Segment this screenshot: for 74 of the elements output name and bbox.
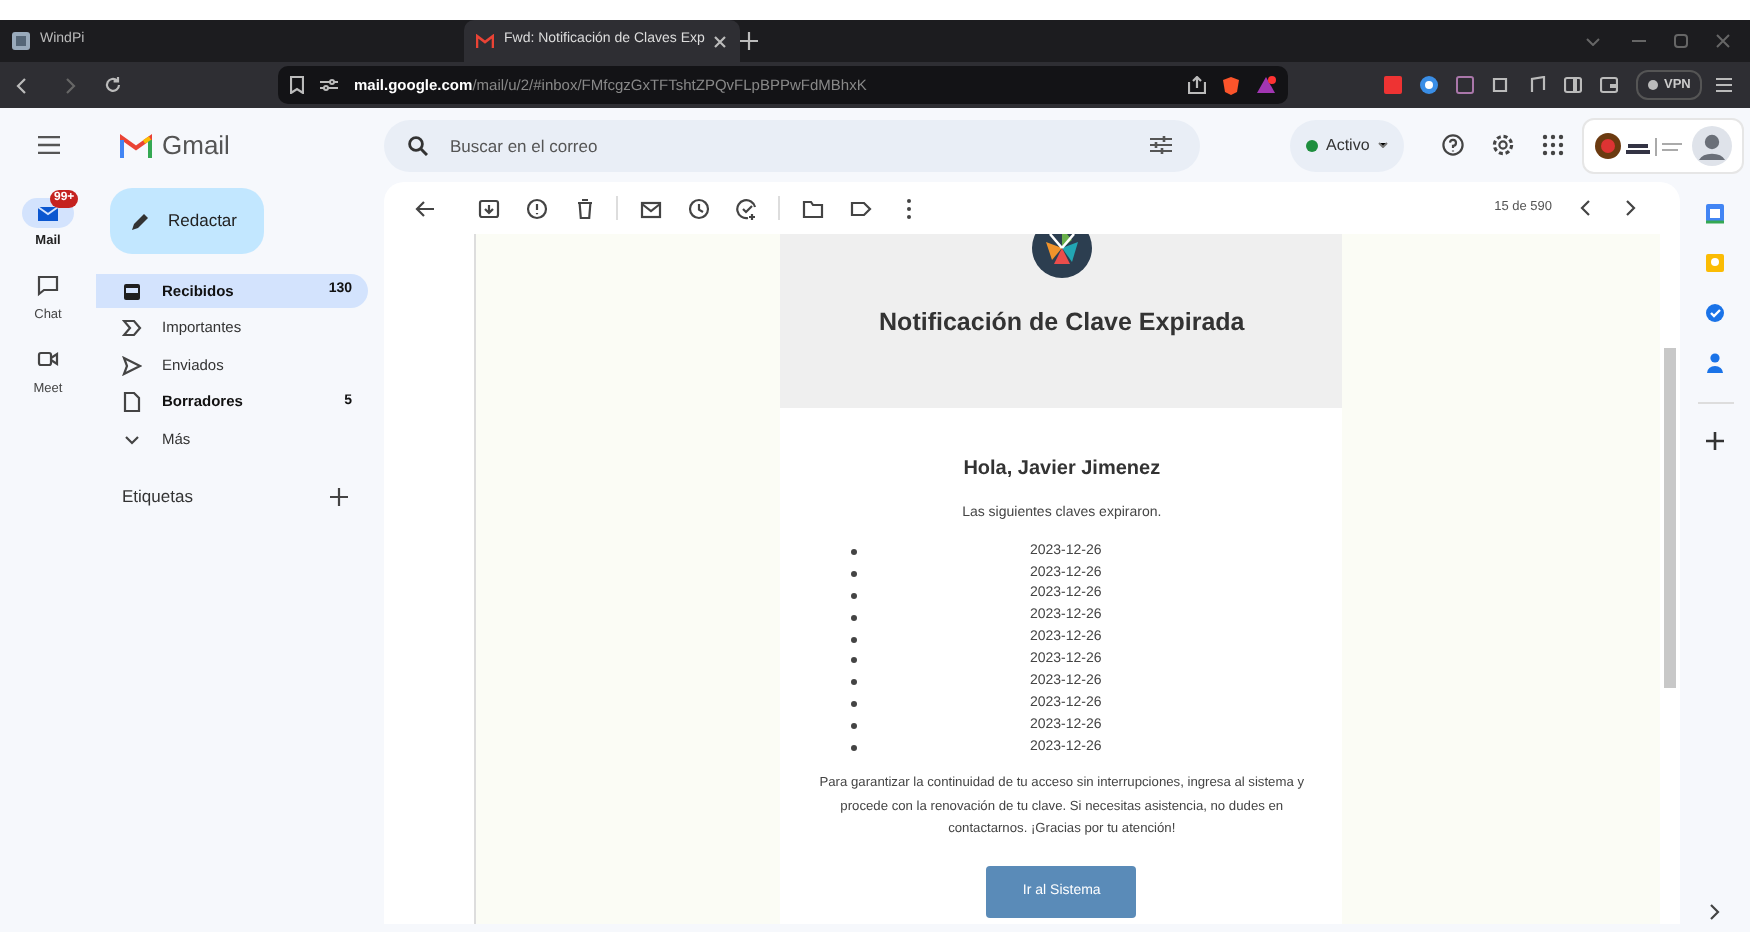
sidebar-icon[interactable] [1564, 76, 1582, 94]
chevron-down-icon[interactable] [1586, 37, 1600, 45]
mail-icon [476, 34, 494, 48]
apps-icon[interactable] [1541, 134, 1564, 156]
bullet-icon [850, 613, 859, 622]
bullet-icon [850, 722, 859, 731]
bullet-icon [850, 569, 859, 578]
settings-icon[interactable] [1491, 134, 1514, 156]
bullet-icon [850, 591, 859, 600]
brand-name: Gmail [162, 127, 230, 164]
email-title: Notificación de Clave Expirada [879, 306, 1245, 340]
status-button[interactable]: Activo [1290, 119, 1404, 171]
plus-icon[interactable] [330, 487, 348, 506]
close-icon[interactable] [1716, 34, 1730, 48]
envelope-icon [36, 201, 60, 225]
add-task-icon[interactable] [735, 197, 757, 219]
menu-icon[interactable] [1716, 78, 1733, 92]
avatar-icon [1691, 125, 1732, 165]
trash-icon[interactable] [573, 197, 595, 219]
next-icon[interactable] [1626, 200, 1636, 216]
video-camera-icon [36, 348, 60, 372]
envelope-icon[interactable] [639, 197, 661, 219]
caret-icon [1377, 142, 1388, 148]
site-settings-icon[interactable] [320, 78, 338, 92]
triangle-icon[interactable] [1256, 76, 1276, 94]
dot-icon [1648, 80, 1658, 90]
inbox-icon [122, 281, 142, 301]
bullet-icon [850, 700, 859, 709]
bullet-icon [850, 743, 859, 752]
reload-icon[interactable] [104, 76, 122, 94]
search-field[interactable]: Buscar en el correo [384, 119, 1200, 171]
share-icon[interactable] [1188, 76, 1206, 94]
previous-icon[interactable] [1580, 200, 1590, 216]
maximize-icon[interactable] [1674, 34, 1688, 48]
person-icon[interactable] [1704, 352, 1726, 374]
archive-icon[interactable] [477, 197, 499, 219]
chat-bubble-icon [36, 274, 60, 299]
important-icon [122, 318, 142, 338]
logo-icon [1031, 234, 1092, 278]
folder-icon[interactable] [801, 197, 823, 219]
spam-icon[interactable] [525, 197, 547, 219]
app-icon [12, 32, 30, 50]
wallet-icon[interactable] [1600, 76, 1618, 94]
organization-logo-icon [1593, 131, 1686, 159]
gmail-logo-icon [120, 133, 152, 157]
menu-icon[interactable] [37, 136, 59, 154]
clock-icon[interactable] [687, 197, 709, 219]
bullet-icon [850, 635, 859, 643]
account-switcher[interactable] [1581, 117, 1744, 173]
plus-icon[interactable] [740, 32, 758, 50]
bullet-icon [850, 547, 859, 556]
back-icon[interactable] [16, 77, 26, 93]
status-dot-icon [1306, 139, 1318, 151]
search-icon [408, 135, 428, 155]
shield-icon[interactable] [1222, 75, 1240, 95]
bullet-icon [850, 678, 859, 687]
expand-icon[interactable] [1710, 904, 1720, 920]
greeting-heading: Hola, Javier Jimenez [963, 456, 1161, 484]
bullet-icon [850, 656, 859, 665]
bookmark-icon[interactable] [290, 76, 304, 94]
plus-icon[interactable] [1706, 432, 1724, 450]
document-icon [122, 392, 142, 412]
send-icon [122, 355, 142, 375]
scrollbar-thumb[interactable] [1664, 348, 1677, 688]
calendar-icon[interactable] [1704, 202, 1726, 224]
section-heading: Etiquetas [122, 484, 193, 510]
filter-icon[interactable] [1150, 136, 1172, 154]
compose-button[interactable]: Redactar [110, 188, 264, 254]
back-icon[interactable] [413, 197, 435, 219]
help-icon[interactable] [1441, 134, 1464, 156]
tasks-icon[interactable] [1704, 302, 1726, 324]
label-icon[interactable] [849, 197, 871, 219]
close-icon[interactable] [714, 35, 727, 47]
pencil-icon [130, 211, 150, 231]
